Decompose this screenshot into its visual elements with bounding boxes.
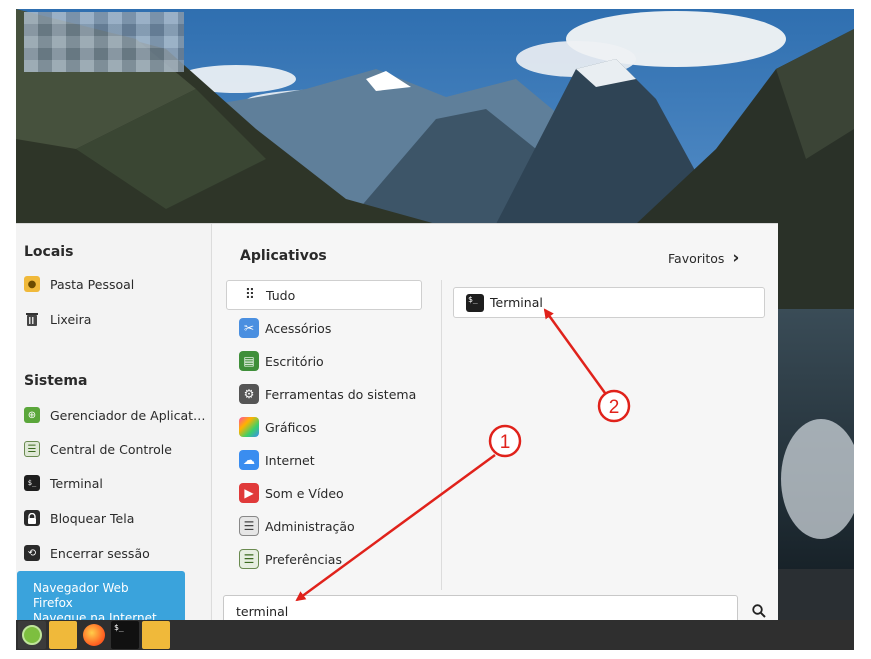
- category-all[interactable]: ⠿ Tudo: [226, 280, 422, 310]
- tooltip-line1: Navegador Web Firefox: [33, 581, 129, 610]
- category-label: Internet: [265, 452, 315, 468]
- category-preferences[interactable]: ☰ Preferências: [226, 544, 422, 574]
- play-icon: ▶: [239, 483, 259, 503]
- apps-title: Aplicativos: [240, 248, 327, 264]
- category-label: Som e Vídeo: [265, 485, 344, 501]
- taskbar: $_: [16, 620, 854, 650]
- accessories-icon: ✂: [239, 318, 259, 338]
- firefox-tooltip: Navegador Web Firefox Navegue na Interne…: [17, 571, 185, 626]
- place-item-home[interactable]: ● Pasta Pessoal: [24, 271, 134, 297]
- category-internet[interactable]: ☁ Internet: [226, 445, 422, 475]
- places-title: Locais: [24, 244, 74, 260]
- mint-logo-icon: [22, 625, 42, 645]
- result-label: Terminal: [490, 295, 543, 310]
- place-item-label: Pasta Pessoal: [50, 276, 135, 292]
- system-item-logout[interactable]: ⟲ Encerrar sessão: [24, 540, 150, 566]
- desktop: Locais ● Pasta Pessoal Lixeira Sistema ⊕…: [16, 9, 854, 650]
- pixelated-region: [24, 12, 184, 72]
- system-item-terminal[interactable]: $_ Terminal: [24, 470, 103, 496]
- cloud-icon: ☁: [239, 450, 259, 470]
- category-graphics[interactable]: Gráficos: [226, 412, 422, 442]
- terminal-icon: $_: [24, 475, 40, 491]
- terminal-icon: $_: [114, 623, 124, 632]
- system-item-label: Central de Controle: [50, 441, 172, 457]
- favorites-button[interactable]: Favoritos ›: [668, 248, 739, 268]
- control-center-icon: ☰: [24, 441, 40, 457]
- firefox-icon: [83, 624, 105, 646]
- taskbar-terminal[interactable]: $_: [111, 621, 139, 649]
- chevron-right-icon: ›: [732, 248, 740, 268]
- place-item-trash[interactable]: Lixeira: [24, 306, 91, 332]
- system-item-control-center[interactable]: ☰ Central de Controle: [24, 436, 172, 462]
- gear-icon: ⚙: [239, 384, 259, 404]
- place-item-label: Lixeira: [50, 311, 92, 327]
- left-pane: Locais ● Pasta Pessoal Lixeira Sistema ⊕…: [16, 224, 212, 621]
- system-item-label: Terminal: [50, 475, 103, 491]
- lock-icon: [24, 510, 40, 526]
- search-icon: [752, 604, 766, 618]
- system-item-label: Bloquear Tela: [50, 510, 135, 526]
- category-label: Preferências: [265, 551, 342, 567]
- category-sound-video[interactable]: ▶ Som e Vídeo: [226, 478, 422, 508]
- preferences-icon: ☰: [239, 549, 259, 569]
- system-item-software-manager[interactable]: ⊕ Gerenciador de Aplicat…: [24, 402, 206, 428]
- logout-icon: ⟲: [24, 545, 40, 561]
- category-office[interactable]: ▤ Escritório: [226, 346, 422, 376]
- taskbar-folder[interactable]: [142, 621, 170, 649]
- taskbar-files[interactable]: [49, 621, 77, 649]
- menu-button[interactable]: [18, 621, 46, 649]
- system-item-lock-screen[interactable]: Bloquear Tela: [24, 505, 134, 531]
- system-title: Sistema: [24, 373, 88, 389]
- category-label: Administração: [265, 518, 355, 534]
- home-folder-icon: ●: [24, 276, 40, 292]
- software-manager-icon: ⊕: [24, 407, 40, 423]
- category-system-tools[interactable]: ⚙ Ferramentas do sistema: [226, 379, 422, 409]
- pane-divider: [441, 280, 442, 590]
- graphics-icon: [239, 417, 259, 437]
- category-accessories[interactable]: ✂ Acessórios: [226, 313, 422, 343]
- terminal-icon: $_: [466, 293, 484, 312]
- category-label: Acessórios: [265, 320, 332, 336]
- system-item-label: Gerenciador de Aplicat…: [50, 407, 206, 423]
- category-administration[interactable]: ☰ Administração: [226, 511, 422, 541]
- category-label: Gráficos: [265, 419, 317, 435]
- taskbar-firefox[interactable]: [80, 621, 108, 649]
- category-label: Ferramentas do sistema: [265, 386, 417, 402]
- grid-icon: ⠿: [244, 287, 256, 303]
- admin-icon: ☰: [239, 516, 259, 536]
- favorites-label: Favoritos: [668, 250, 725, 266]
- category-label: Tudo: [266, 287, 296, 303]
- trash-icon: [24, 311, 40, 327]
- office-icon: ▤: [239, 351, 259, 371]
- application-menu: Locais ● Pasta Pessoal Lixeira Sistema ⊕…: [16, 223, 778, 627]
- result-terminal[interactable]: $_ Terminal: [453, 287, 765, 318]
- system-item-label: Encerrar sessão: [50, 545, 150, 561]
- category-label: Escritório: [265, 353, 324, 369]
